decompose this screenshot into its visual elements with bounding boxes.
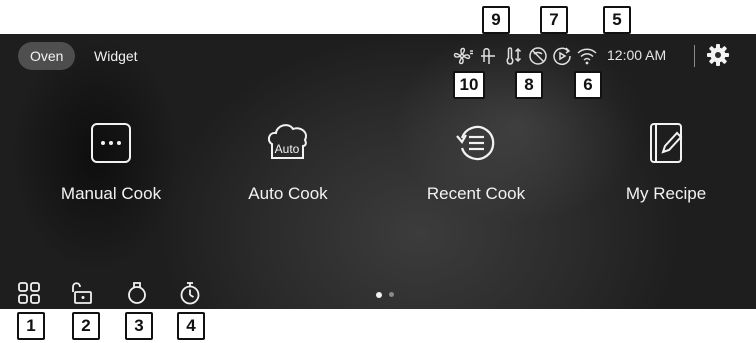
remote-start-icon bbox=[553, 47, 571, 65]
auto-cook-icon-text: Auto bbox=[275, 142, 300, 156]
tab-widget[interactable]: Widget bbox=[94, 42, 138, 70]
manual-cook-label: Manual Cook bbox=[60, 184, 162, 203]
callout-badge: 7 bbox=[540, 6, 568, 34]
unlock-icon[interactable] bbox=[69, 280, 95, 306]
callout-badge: 10 bbox=[453, 71, 485, 99]
callout-badge: 3 bbox=[125, 312, 153, 340]
callout-badge: 4 bbox=[177, 312, 205, 340]
my-recipe-tile[interactable]: My Recipe bbox=[581, 120, 751, 240]
kitchen-timer-icon[interactable] bbox=[124, 280, 150, 306]
manual-cook-icon bbox=[91, 123, 131, 163]
temperature-probe-icon bbox=[506, 47, 522, 65]
callout-badge: 2 bbox=[72, 312, 100, 340]
callout-badge: 6 bbox=[574, 71, 602, 99]
auto-cook-icon: Auto bbox=[267, 124, 307, 159]
callout-badge: 9 bbox=[482, 6, 510, 34]
auto-cook-label: Auto Cook bbox=[248, 184, 328, 203]
fan-icon bbox=[453, 47, 473, 65]
wifi-off-icon bbox=[529, 47, 547, 65]
clock-time: 12:00 AM bbox=[607, 47, 667, 63]
gear-icon[interactable] bbox=[705, 42, 731, 68]
oven-home-screen: Oven Widget 12:00 AM Manual Cook Auto Au… bbox=[0, 34, 756, 309]
stopwatch-icon[interactable] bbox=[177, 280, 203, 306]
wifi-icon bbox=[577, 48, 597, 65]
callout-badge: 1 bbox=[17, 312, 45, 340]
auto-cook-tile[interactable]: Auto Auto Cook bbox=[203, 120, 373, 240]
page-dot[interactable] bbox=[389, 292, 394, 297]
recent-cook-tile[interactable]: Recent Cook bbox=[391, 120, 561, 240]
recent-cook-icon bbox=[456, 125, 495, 161]
recent-cook-label: Recent Cook bbox=[426, 184, 526, 203]
tab-oven[interactable]: Oven bbox=[18, 42, 76, 70]
lock-icon bbox=[481, 48, 495, 64]
my-recipe-icon bbox=[650, 123, 683, 163]
screenshot-root: Oven Widget 12:00 AM Manual Cook Auto Au… bbox=[0, 0, 756, 343]
callout-badge: 5 bbox=[603, 6, 631, 34]
manual-cook-tile[interactable]: Manual Cook bbox=[26, 120, 196, 240]
page-dot-active[interactable] bbox=[376, 292, 382, 298]
my-recipe-label: My Recipe bbox=[625, 184, 707, 203]
header-divider bbox=[694, 45, 695, 67]
callout-badge: 8 bbox=[515, 71, 543, 99]
apps-grid-icon[interactable] bbox=[16, 280, 42, 306]
